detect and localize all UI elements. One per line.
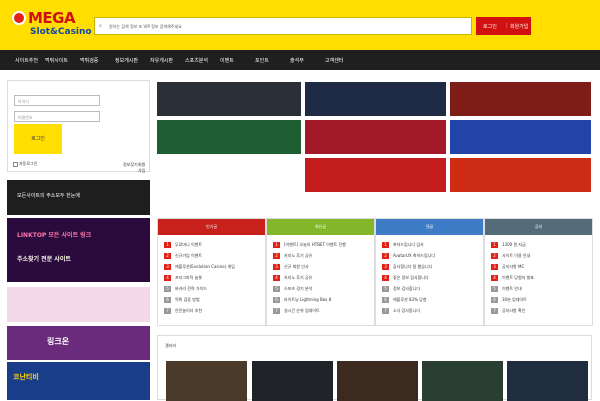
gallery-thumb[interactable] — [252, 361, 333, 401]
main-nav: 사이트추천 먹튀사이트 먹튀검증 정보게시판 자유게시판 스포츠분석 이벤트 포… — [0, 50, 600, 70]
nav-item[interactable]: 이벤트 — [220, 57, 234, 64]
list-item[interactable]: 2 AvatarUX 축하드립니다 — [382, 253, 478, 262]
list-item[interactable]: 2 신규가입 이벤트 — [164, 253, 260, 262]
divider: | — [506, 23, 508, 29]
login-button[interactable]: 로그인 — [14, 124, 62, 154]
list-item[interactable]: 5 스포츠 경기 분석 — [273, 286, 369, 295]
nav-item[interactable]: 사이트추천 — [15, 57, 38, 64]
list-item[interactable]: 5 바카라 전략 가이드 — [164, 286, 260, 295]
list-item[interactable]: 3 공지사항 MC — [491, 264, 587, 273]
login-link[interactable]: 로그인 — [483, 23, 497, 30]
list-item[interactable]: 1 1300 원 지급 — [491, 242, 587, 251]
list-item[interactable]: 4 프라그마틱 슬롯 — [164, 275, 260, 284]
popular-box-header[interactable]: 댓글 — [376, 219, 483, 235]
nav-item[interactable]: 먹튀검증 — [80, 57, 98, 64]
ad-banner[interactable] — [305, 158, 446, 192]
list-item[interactable]: 6 30분 업데이트 — [491, 297, 587, 306]
logo-slot-text: Slot&Casino — [30, 27, 92, 37]
nav-item[interactable]: 먹튀사이트 — [45, 57, 68, 64]
nav-item[interactable]: 고객센터 — [325, 57, 343, 64]
logo-ball-icon — [12, 11, 26, 25]
login-box: 아이디 비밀번호 로그인 자동로그인 정보찾기 회원가입 — [7, 80, 150, 174]
banner-text: 모든사이트의 주소모두 한눈에 — [17, 193, 80, 199]
auto-login-checkbox[interactable]: 자동로그인 — [13, 161, 37, 167]
id-placeholder: 아이디 — [18, 99, 30, 104]
top-bar: MEGA Slot&Casino ⌕ 원하는 검색 정보 또 VIP 정보 검색… — [0, 0, 600, 50]
list-item[interactable]: 7 공지사항 확인 — [491, 308, 587, 317]
sidebar-banner-conan[interactable]: 코난티비 — [7, 362, 150, 400]
popular-box: 최신글 1 [이벤트] 오늘의 HTBET 이벤트 진행 2 카지노 후기 공유 3… — [266, 218, 375, 326]
list-item[interactable]: 5 이벤트 안내 — [491, 286, 587, 295]
join-link[interactable]: 회원가입 — [138, 162, 149, 174]
nav-item[interactable]: 출석부 — [290, 57, 304, 64]
list-item[interactable]: 4 좋은 정보 감사합니다 — [382, 275, 478, 284]
search-text: 원하는 검색 정보 또 VIP 정보 검색해주세요 — [109, 24, 182, 29]
id-input[interactable]: 아이디 — [14, 95, 100, 106]
ad-banner[interactable] — [157, 120, 301, 154]
banner-text: 주소찾기 전문 사이트 — [17, 256, 71, 263]
auto-login-label: 자동로그인 — [19, 161, 38, 166]
list-item[interactable]: 3 에볼루션(Evolution Casino) 게임 — [164, 264, 260, 273]
list-item[interactable]: 2 카지노 후기 공유 — [273, 253, 369, 262]
ad-banner[interactable] — [157, 82, 301, 116]
gallery-thumb[interactable] — [337, 361, 418, 401]
popular-box-header[interactable]: 최신글 — [267, 219, 374, 235]
gallery-title: 갤러리 — [165, 343, 177, 348]
banner-text: LINKTOP 모든 사이트 링크 — [17, 232, 92, 239]
gallery-section: 갤러리 — [157, 335, 592, 401]
pw-input[interactable]: 비밀번호 — [14, 111, 100, 122]
nav-item[interactable]: 포인트 — [255, 57, 269, 64]
list-item[interactable]: 7 소식 감사합니다 — [382, 308, 478, 317]
list-item[interactable]: 5 정보 감사합니다 — [382, 286, 478, 295]
checkbox-icon — [13, 161, 18, 167]
find-link[interactable]: 정보찾기 — [123, 162, 138, 168]
sidebar-banner-moa[interactable] — [7, 287, 150, 322]
list-item[interactable]: 1 무료머니 이벤트 — [164, 242, 260, 251]
site-logo[interactable]: MEGA Slot&Casino — [12, 8, 92, 42]
list-item[interactable]: 6 라이트닝 Lightning Box 8 — [273, 297, 369, 306]
ad-banner[interactable] — [305, 120, 446, 154]
list-item[interactable]: 1 축하드립니다 감사 — [382, 242, 478, 251]
search-icon: ⌕ — [99, 23, 102, 29]
sidebar-banner-jusomodu[interactable]: 모든사이트의 주소모두 한눈에 — [7, 180, 150, 215]
search-bar[interactable]: ⌕ 원하는 검색 정보 또 VIP 정보 검색해주세요 — [94, 17, 472, 35]
list-item[interactable]: 2 사이트 이용 안내 — [491, 253, 587, 262]
sidebar-banner-linkon[interactable]: 링크온 — [7, 326, 150, 360]
list-item[interactable]: 7 안전놀이터 추천 — [164, 308, 260, 317]
auth-box: 로그인 | 회원가입 — [476, 17, 531, 35]
gallery-thumb[interactable] — [422, 361, 503, 401]
list-item[interactable]: 1 [이벤트] 오늘의 HTBET 이벤트 진행 — [273, 242, 369, 251]
sidebar-banner-linktop[interactable]: LINKTOP 모든 사이트 링크 주소찾기 전문 사이트 — [7, 218, 150, 282]
gallery-thumb[interactable] — [166, 361, 247, 401]
signup-link[interactable]: 회원가입 — [510, 23, 528, 30]
list-item[interactable]: 7 실시간 순위 업데이트 — [273, 308, 369, 317]
logo-mega-text: MEGA — [28, 9, 76, 27]
list-item[interactable]: 4 이벤트 당첨자 발표 — [491, 275, 587, 284]
list-item[interactable]: 6 먹튀 검증 방법 — [164, 297, 260, 306]
list-item[interactable]: 3 신규 회원 인사 — [273, 264, 369, 273]
popular-box: 댓글 1 축하드립니다 감사 2 AvatarUX 축하드립니다 3 감사합니다 잘 … — [375, 218, 484, 326]
popular-box: 인기글 1 무료머니 이벤트 2 신규가입 이벤트 3 에볼루션(Evolution … — [157, 218, 266, 326]
popular-box: 공지 1 1300 원 지급 2 사이트 이용 안내 3 공지사항 MC 4 이벤트 당… — [484, 218, 593, 326]
popular-box-header[interactable]: 인기글 — [158, 219, 265, 235]
nav-item[interactable]: 정보게시판 — [115, 57, 138, 64]
ad-banner[interactable] — [450, 82, 591, 116]
ad-banner[interactable] — [305, 82, 446, 116]
ad-banner[interactable] — [450, 120, 591, 154]
popular-box-header[interactable]: 공지 — [485, 219, 592, 235]
pw-placeholder: 비밀번호 — [18, 115, 33, 120]
list-item[interactable]: 6 에볼루션 83% 당첨 — [382, 297, 478, 306]
banner-text: 링크온 — [47, 337, 70, 346]
ad-banner[interactable] — [450, 158, 591, 192]
list-item[interactable]: 4 카지노 후기 공유 — [273, 275, 369, 284]
banner-text: 코난티비 — [13, 373, 39, 381]
nav-item[interactable]: 스포츠분석 — [185, 57, 208, 64]
gallery-thumb[interactable] — [507, 361, 588, 401]
list-item[interactable]: 3 감사합니다 잘 봤습니다 — [382, 264, 478, 273]
nav-item[interactable]: 자유게시판 — [150, 57, 173, 64]
